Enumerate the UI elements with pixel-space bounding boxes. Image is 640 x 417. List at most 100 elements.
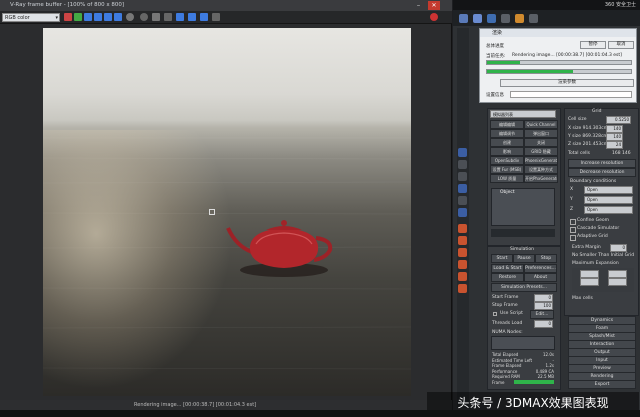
tool-icon[interactable] <box>458 148 467 157</box>
stop-frame-input[interactable]: 100 <box>534 302 553 310</box>
minimize-icon[interactable]: – <box>414 1 423 10</box>
tool-icon[interactable] <box>458 160 467 169</box>
hierarchy-icon[interactable] <box>487 14 496 23</box>
tool-icon[interactable] <box>458 272 467 281</box>
expansion-input[interactable] <box>580 270 599 278</box>
panel-button[interactable]: OpenSubdiv <box>490 156 524 165</box>
expansion-input[interactable] <box>608 278 627 286</box>
region-render-icon[interactable] <box>164 13 172 21</box>
panel-button[interactable]: LOW 质量 <box>490 174 524 183</box>
tool-icon[interactable] <box>458 284 467 293</box>
region-marker[interactable] <box>209 209 215 215</box>
about-button[interactable]: About <box>524 273 557 282</box>
red-channel-icon[interactable] <box>64 13 72 21</box>
panel-button[interactable]: Quick Channel <box>524 120 558 129</box>
y-size-input[interactable]: 140 <box>606 133 623 141</box>
x-size-input[interactable]: 140 <box>606 125 623 133</box>
panel-button[interactable]: 弹出窗口 <box>524 129 558 138</box>
edit-script-button[interactable]: Edit... <box>530 310 554 319</box>
option-checkbox[interactable] <box>570 227 576 233</box>
rollout-export[interactable]: Export <box>568 380 636 389</box>
extra-margin-input[interactable]: 0 <box>610 244 627 252</box>
panel-button[interactable]: 影响 <box>490 147 524 156</box>
increase-resolution-button[interactable]: Increase resolution <box>568 159 636 168</box>
panel-button[interactable]: PhoenixGenerator <box>524 156 558 165</box>
tool-icon[interactable] <box>458 196 467 205</box>
pause-sim-button[interactable]: Pause <box>513 254 535 263</box>
load-image-icon[interactable] <box>126 13 134 21</box>
panel-button[interactable]: 编辑调节 <box>490 129 524 138</box>
decrease-resolution-button[interactable]: Decrease resolution <box>568 168 636 177</box>
alpha-channel-icon[interactable] <box>94 13 102 21</box>
blue-channel-icon[interactable] <box>84 13 92 21</box>
expansion-input[interactable] <box>608 270 627 278</box>
threads-input[interactable]: 0 <box>534 320 553 328</box>
tool-icon[interactable] <box>458 208 467 217</box>
x-size-label: X size 914.303cm <box>568 126 609 131</box>
extra-info-field[interactable] <box>510 91 632 98</box>
stat-label: Frame <box>492 379 505 385</box>
overall-progress-label: 总体进度 <box>486 44 504 49</box>
boundary-select[interactable]: Open <box>584 196 633 204</box>
threads-label: Threads Load <box>492 321 523 326</box>
tool-icon[interactable] <box>458 224 467 233</box>
boundary-select[interactable]: Open <box>584 186 633 194</box>
pause-button[interactable]: 暂停 <box>580 41 606 49</box>
boundary-select[interactable]: Open <box>584 206 633 214</box>
option-checkbox[interactable] <box>570 235 576 241</box>
panel-button[interactable]: 编辑编辑 <box>490 120 524 129</box>
display-icon[interactable] <box>515 14 524 23</box>
color-correct-icon[interactable] <box>200 13 208 21</box>
render-params-tab[interactable]: 渲染参数 <box>500 79 634 87</box>
axis-label: X <box>570 187 574 192</box>
green-channel-icon[interactable] <box>74 13 82 21</box>
timeline-slider[interactable] <box>491 229 555 237</box>
panel-button[interactable]: 关闭 <box>524 138 558 147</box>
expansion-input[interactable] <box>580 278 599 286</box>
utilities-icon[interactable] <box>529 14 538 23</box>
stop-render-icon[interactable] <box>430 13 438 21</box>
tool-icon[interactable] <box>458 248 467 257</box>
max-title: 360 安全卫士 <box>604 2 636 8</box>
start-button[interactable]: Start <box>491 254 513 263</box>
simulator-dropdown[interactable]: 模拟器列表 <box>490 110 556 118</box>
stat-label: Frame Elapsed <box>492 363 522 368</box>
cancel-button[interactable]: 取消 <box>608 41 634 49</box>
link-icon[interactable] <box>188 13 196 21</box>
track-mouse-icon[interactable] <box>176 13 184 21</box>
modify-icon[interactable] <box>473 14 482 23</box>
restore-button[interactable]: Restore <box>491 273 524 282</box>
z-size-input[interactable]: 24 <box>606 141 623 149</box>
panel-button[interactable]: GRID 隐藏 <box>524 147 558 156</box>
panel-button[interactable]: 设置某种方式 <box>524 165 558 174</box>
tool-icon[interactable] <box>458 184 467 193</box>
copy-icon[interactable] <box>152 13 160 21</box>
start-frame-input[interactable]: 0 <box>534 294 553 302</box>
boundary-header: Boundary conditions <box>570 179 617 184</box>
panel-button[interactable]: 设置 Fur (MSB) <box>490 165 524 174</box>
overall-progress-fill <box>487 61 521 64</box>
tool-icon[interactable] <box>458 172 467 181</box>
expansion-fields[interactable] <box>572 268 634 292</box>
motion-icon[interactable] <box>501 14 510 23</box>
clear-image-icon[interactable] <box>140 13 148 21</box>
save-image-icon[interactable] <box>114 13 122 21</box>
preferences-button[interactable]: Preferences... <box>524 264 557 273</box>
panel-button[interactable]: 创建 <box>490 138 524 147</box>
cell-size-input[interactable]: 0.5250 <box>606 116 631 124</box>
presets-button[interactable]: Simulation Presets... <box>491 283 557 292</box>
object-list[interactable]: Object <box>491 188 555 226</box>
tool-icon[interactable] <box>458 260 467 269</box>
panel-button[interactable]: 开启PhxGenerator <box>524 174 558 183</box>
use-script-checkbox[interactable] <box>493 312 497 316</box>
mono-channel-icon[interactable] <box>104 13 112 21</box>
tool-icon[interactable] <box>458 236 467 245</box>
stop-sim-button[interactable]: Stop <box>535 254 557 263</box>
display-srgb-icon[interactable] <box>212 13 220 21</box>
create-icon[interactable] <box>459 14 468 23</box>
option-checkbox[interactable] <box>570 219 576 225</box>
notes-field[interactable] <box>491 336 555 350</box>
close-icon[interactable]: ✕ <box>428 1 440 10</box>
option-label: Confine Geom <box>577 218 610 223</box>
load-start-button[interactable]: Load & Start <box>491 264 524 273</box>
